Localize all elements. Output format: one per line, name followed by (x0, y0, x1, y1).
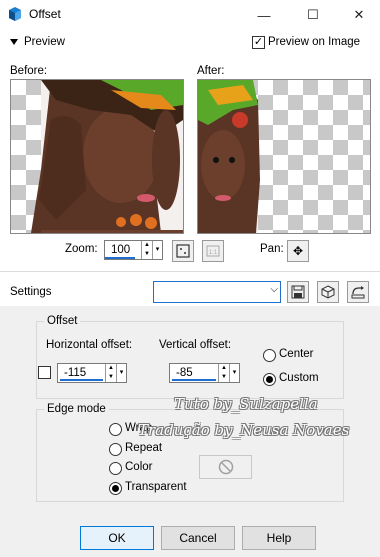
randomize-button[interactable] (317, 281, 339, 303)
after-preview-image[interactable] (197, 79, 371, 234)
before-portrait-image (31, 80, 183, 233)
preview-toggle-label[interactable]: Preview (24, 36, 65, 48)
window-title: Offset (29, 7, 61, 21)
preview-on-image-label: Preview on Image (268, 36, 361, 48)
minimize-button[interactable]: — (246, 3, 282, 27)
dice-icon (321, 285, 335, 299)
settings-label: Settings (10, 286, 52, 298)
vertical-offset-label: Vertical offset: (159, 339, 232, 351)
pan-move-icon: ✥ (292, 244, 304, 258)
edge-color-label[interactable]: Color (125, 461, 152, 473)
collapse-arrow-icon[interactable] (10, 39, 18, 45)
watermark-line1: Tuto by_Sulzapella (174, 395, 318, 413)
edge-transparent-label[interactable]: Transparent (125, 481, 187, 493)
disabled-icon (218, 459, 233, 475)
edge-mode-label: Edge mode (44, 403, 109, 415)
watermark-line2: Tradução by_Neusa Novaes (138, 421, 350, 439)
after-label: After: (197, 65, 225, 77)
horizontal-spin-arrows[interactable]: ▲ ▼ (105, 364, 116, 382)
vertical-spin-arrows[interactable]: ▲ ▼ (218, 364, 229, 382)
edge-color-swatch[interactable] (199, 455, 252, 479)
offset-group-label: Offset (44, 315, 81, 327)
center-radio[interactable] (263, 349, 276, 362)
ok-button[interactable]: OK (80, 526, 154, 550)
help-button[interactable]: Help (242, 526, 316, 550)
link-offsets-checkbox[interactable] (38, 366, 51, 379)
pan-button[interactable]: ✥ (287, 240, 309, 262)
actual-size-icon: 1:1 (206, 245, 220, 257)
pan-label: Pan: (260, 243, 284, 255)
app-icon (9, 7, 21, 21)
checkmark-icon: ✓ (253, 36, 264, 48)
offset-group (36, 321, 344, 399)
maximize-button[interactable]: ☐ (295, 3, 331, 27)
preset-dropdown[interactable]: ⌵ (153, 281, 281, 303)
edge-wrap-radio[interactable] (109, 423, 122, 436)
zoom-actual-size-button[interactable]: 1:1 (202, 240, 224, 262)
horizontal-dropdown-arrow-icon[interactable]: ▾ (116, 364, 126, 382)
custom-radio[interactable] (263, 373, 276, 386)
horizontal-offset-label: Horizontal offset: (46, 339, 133, 351)
edge-color-radio[interactable] (109, 462, 122, 475)
cancel-button[interactable]: Cancel (161, 526, 235, 550)
preview-on-image-checkbox[interactable]: ✓ (252, 36, 265, 49)
zoom-dropdown-arrow-icon[interactable]: ▾ (152, 241, 162, 259)
edge-transparent-radio[interactable] (109, 482, 122, 495)
separator (0, 271, 380, 272)
before-label: Before: (10, 65, 48, 77)
zoom-fit-button[interactable] (172, 240, 194, 262)
zoom-value[interactable]: 100 (107, 241, 139, 258)
horizontal-offset-stepper[interactable]: -115 ▲ ▼ ▾ (57, 363, 127, 383)
edge-repeat-label[interactable]: Repeat (125, 442, 162, 454)
save-icon (291, 285, 305, 299)
zoom-fit-icon (176, 244, 190, 258)
zoom-underline (105, 257, 135, 259)
after-portrait-image (198, 80, 260, 233)
custom-label[interactable]: Custom (279, 372, 319, 384)
edge-repeat-radio[interactable] (109, 443, 122, 456)
vertical-offset-stepper[interactable]: -85 ▲ ▼ ▾ (169, 363, 240, 383)
reset-button[interactable] (347, 281, 369, 303)
zoom-label: Zoom: (65, 243, 98, 255)
dropdown-arrow-icon: ⌵ (270, 284, 278, 295)
save-preset-button[interactable] (287, 281, 309, 303)
zoom-spin-arrows[interactable]: ▲ ▼ (141, 241, 152, 259)
close-button[interactable]: ✕ (341, 3, 377, 27)
reset-icon (351, 286, 365, 299)
vertical-offset-value[interactable]: -85 (172, 364, 216, 381)
svg-text:1:1: 1:1 (209, 250, 218, 256)
before-preview-image[interactable] (10, 79, 184, 234)
center-label[interactable]: Center (279, 348, 314, 360)
horizontal-offset-value[interactable]: -115 (60, 364, 103, 381)
vertical-dropdown-arrow-icon[interactable]: ▾ (229, 364, 239, 382)
